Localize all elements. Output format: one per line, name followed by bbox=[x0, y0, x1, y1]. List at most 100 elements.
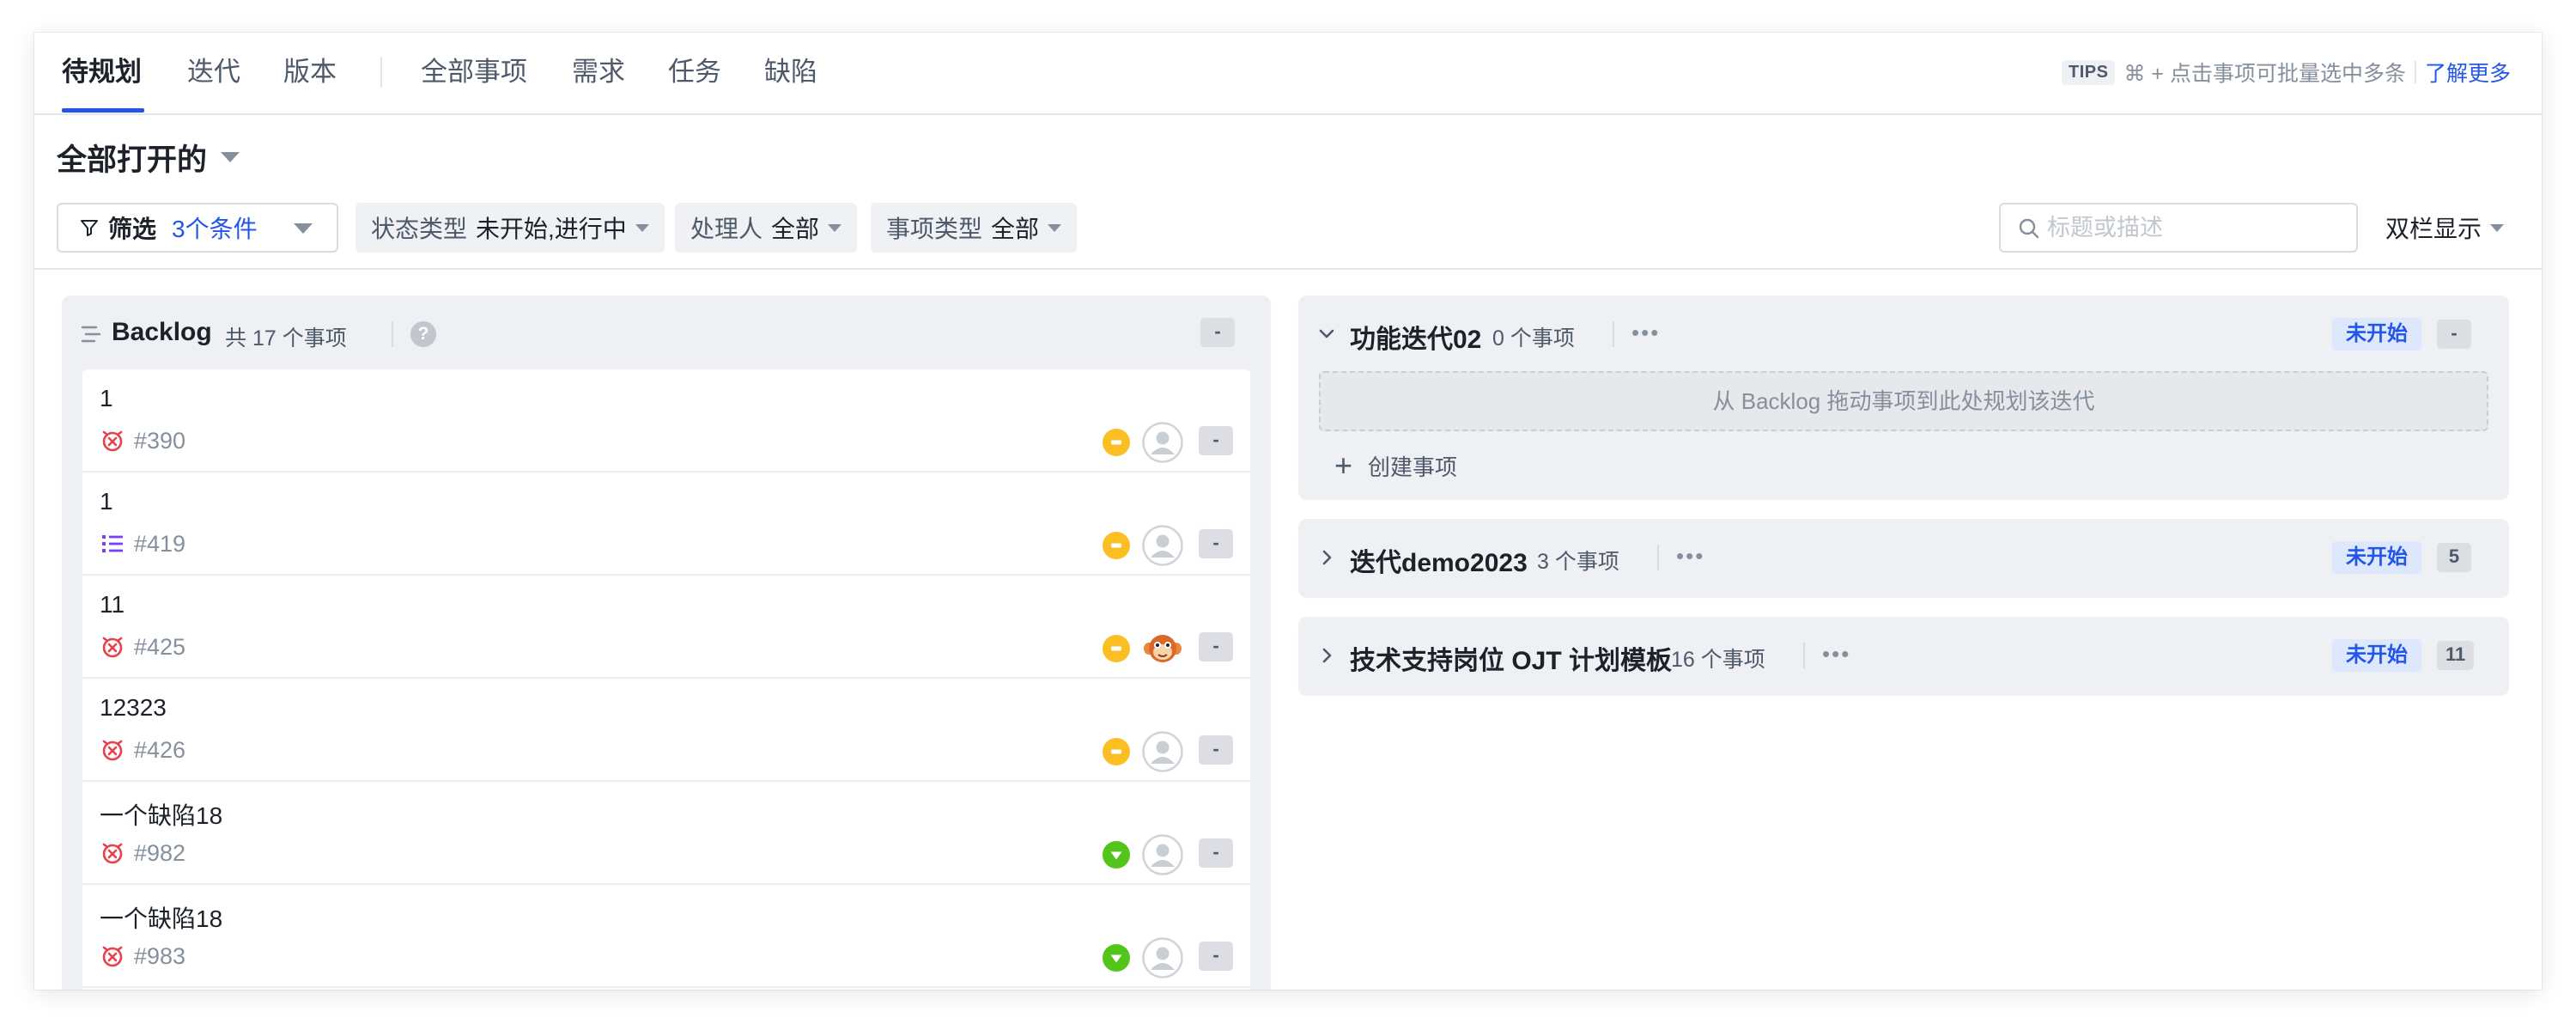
view-selector[interactable]: 全部打开的 bbox=[57, 137, 240, 177]
item-title: 11 bbox=[100, 591, 125, 618]
tips-divider bbox=[2414, 61, 2416, 83]
chevron-right-icon[interactable] bbox=[1317, 646, 1336, 665]
top-nav: 待规划 迭代 版本 全部事项 需求 任务 缺陷 TIPS ⌘ + 点击事项可批量… bbox=[34, 33, 2542, 115]
caret-down-icon bbox=[635, 223, 649, 232]
caret-down-icon bbox=[1048, 223, 1062, 232]
bug-icon bbox=[102, 946, 123, 967]
search-input[interactable] bbox=[2047, 214, 2339, 241]
bug-icon bbox=[102, 843, 123, 864]
search-icon bbox=[2019, 218, 2039, 239]
caret-down-icon bbox=[828, 223, 842, 232]
iteration-count: 3 个事项 bbox=[1537, 550, 1619, 574]
item-id: #426 bbox=[134, 737, 186, 763]
priority-medium-icon[interactable] bbox=[1103, 635, 1130, 662]
divider bbox=[1613, 321, 1614, 347]
list-item[interactable]: 一个缺陷18 #982 - bbox=[82, 782, 1250, 885]
item-title: 1 bbox=[100, 488, 113, 515]
more-icon[interactable]: ••• bbox=[1822, 643, 1850, 665]
status-type-filter[interactable]: 状态类型 未开始,进行中 bbox=[355, 203, 665, 253]
tab-backlog-planning[interactable]: 待规划 bbox=[62, 53, 142, 91]
search-box bbox=[1999, 203, 2358, 253]
filter-key: 状态类型 bbox=[371, 216, 468, 242]
estimate-badge[interactable]: - bbox=[1199, 838, 1233, 868]
item-id: #390 bbox=[134, 428, 186, 454]
iteration-name[interactable]: 功能迭代02 bbox=[1350, 318, 1481, 356]
estimate-badge[interactable]: - bbox=[1199, 529, 1233, 558]
avatar[interactable] bbox=[1142, 834, 1183, 875]
learn-more-link[interactable]: 了解更多 bbox=[2425, 57, 2511, 88]
chevron-right-icon[interactable] bbox=[1317, 548, 1336, 567]
status-badge[interactable]: 未开始 bbox=[2332, 318, 2421, 350]
iteration-estimate-badge: 5 bbox=[2437, 543, 2471, 572]
list-item[interactable]: 1 #390 - bbox=[82, 369, 1250, 472]
caret-down-icon bbox=[2490, 223, 2505, 232]
filter-key: 处理人 bbox=[690, 216, 763, 242]
layout-toggle[interactable]: 双栏显示 bbox=[2385, 203, 2505, 253]
filter-divider bbox=[34, 268, 2542, 270]
item-title: 一个缺陷18 bbox=[100, 905, 223, 932]
caret-down-icon bbox=[221, 152, 240, 162]
priority-low-icon[interactable] bbox=[1103, 944, 1130, 972]
divider bbox=[1657, 545, 1659, 570]
monkey-avatar[interactable] bbox=[1142, 628, 1183, 669]
estimate-badge[interactable]: - bbox=[1199, 426, 1233, 455]
backlog-estimate-badge: - bbox=[1200, 318, 1235, 347]
drop-zone[interactable]: 从 Backlog 拖动事项到此处规划该迭代 bbox=[1319, 371, 2488, 431]
app-window: 待规划 迭代 版本 全部事项 需求 任务 缺陷 TIPS ⌘ + 点击事项可批量… bbox=[34, 33, 2542, 990]
list-item[interactable]: 一个缺陷18 #983 - bbox=[82, 885, 1250, 988]
item-type-filter[interactable]: 事项类型 全部 bbox=[871, 203, 1078, 253]
tab-iterations[interactable]: 迭代 bbox=[187, 53, 240, 91]
more-icon[interactable]: ••• bbox=[1676, 545, 1704, 567]
list-icon bbox=[81, 326, 101, 343]
iteration-card: 技术支持岗位 OJT 计划模板 16 个事项 ••• 未开始 11 bbox=[1298, 617, 2509, 696]
filter-value: 全部 bbox=[771, 216, 820, 242]
priority-medium-icon[interactable] bbox=[1103, 429, 1130, 456]
item-id: #982 bbox=[134, 840, 186, 866]
status-badge[interactable]: 未开始 bbox=[2332, 541, 2421, 574]
tab-all-items[interactable]: 全部事项 bbox=[421, 53, 527, 91]
iteration-estimate-badge: 11 bbox=[2437, 641, 2475, 670]
item-id: #419 bbox=[134, 531, 186, 557]
item-title: 12323 bbox=[100, 694, 167, 721]
priority-low-icon[interactable] bbox=[1103, 841, 1130, 869]
list-item[interactable]: 12323 #426 - bbox=[82, 679, 1250, 782]
divider bbox=[1803, 643, 1805, 668]
nav-divider bbox=[380, 57, 382, 88]
tab-versions[interactable]: 版本 bbox=[283, 53, 337, 91]
estimate-badge[interactable]: - bbox=[1199, 942, 1233, 971]
view-title: 全部打开的 bbox=[57, 143, 208, 177]
filter-button[interactable]: 筛选 3个条件 bbox=[57, 203, 338, 253]
filter-icon bbox=[81, 220, 98, 236]
priority-medium-icon[interactable] bbox=[1103, 738, 1130, 765]
iteration-name[interactable]: 技术支持岗位 OJT 计划模板 bbox=[1350, 639, 1672, 677]
priority-medium-icon[interactable] bbox=[1103, 532, 1130, 559]
item-title: 一个缺陷18 bbox=[100, 802, 223, 829]
status-badge[interactable]: 未开始 bbox=[2332, 639, 2421, 672]
tab-requirements[interactable]: 需求 bbox=[572, 53, 625, 91]
tips-bar: TIPS ⌘ + 点击事项可批量选中多条 了解更多 bbox=[2062, 57, 2511, 88]
item-id: #983 bbox=[134, 943, 186, 969]
list-item[interactable]: 11 #425 - bbox=[82, 576, 1250, 679]
iteration-name[interactable]: 迭代demo2023 bbox=[1350, 541, 1528, 579]
plus-icon: + bbox=[1334, 448, 1353, 483]
iteration-estimate-badge: - bbox=[2437, 320, 2471, 349]
filter-label: 筛选 bbox=[108, 216, 157, 242]
tab-tasks[interactable]: 任务 bbox=[668, 53, 721, 91]
estimate-badge[interactable]: - bbox=[1199, 632, 1233, 661]
bug-icon bbox=[102, 740, 123, 761]
backlog-header: Backlog 共 17 个事项 ? - bbox=[62, 296, 1271, 369]
estimate-badge[interactable]: - bbox=[1199, 735, 1233, 765]
assignee-filter[interactable]: 处理人 全部 bbox=[675, 203, 858, 253]
tab-defects[interactable]: 缺陷 bbox=[764, 53, 817, 91]
avatar[interactable] bbox=[1142, 525, 1183, 566]
more-icon[interactable]: ••• bbox=[1631, 321, 1660, 344]
iteration-count: 16 个事项 bbox=[1671, 648, 1765, 672]
avatar[interactable] bbox=[1142, 422, 1183, 463]
avatar[interactable] bbox=[1142, 937, 1183, 978]
create-item-button[interactable]: + 创建事项 bbox=[1334, 448, 1457, 483]
filter-value: 全部 bbox=[991, 216, 1040, 242]
chevron-down-icon[interactable] bbox=[1317, 325, 1336, 344]
avatar[interactable] bbox=[1142, 731, 1183, 772]
list-item[interactable]: 1 #419 - bbox=[82, 472, 1250, 576]
help-icon[interactable]: ? bbox=[410, 321, 436, 347]
